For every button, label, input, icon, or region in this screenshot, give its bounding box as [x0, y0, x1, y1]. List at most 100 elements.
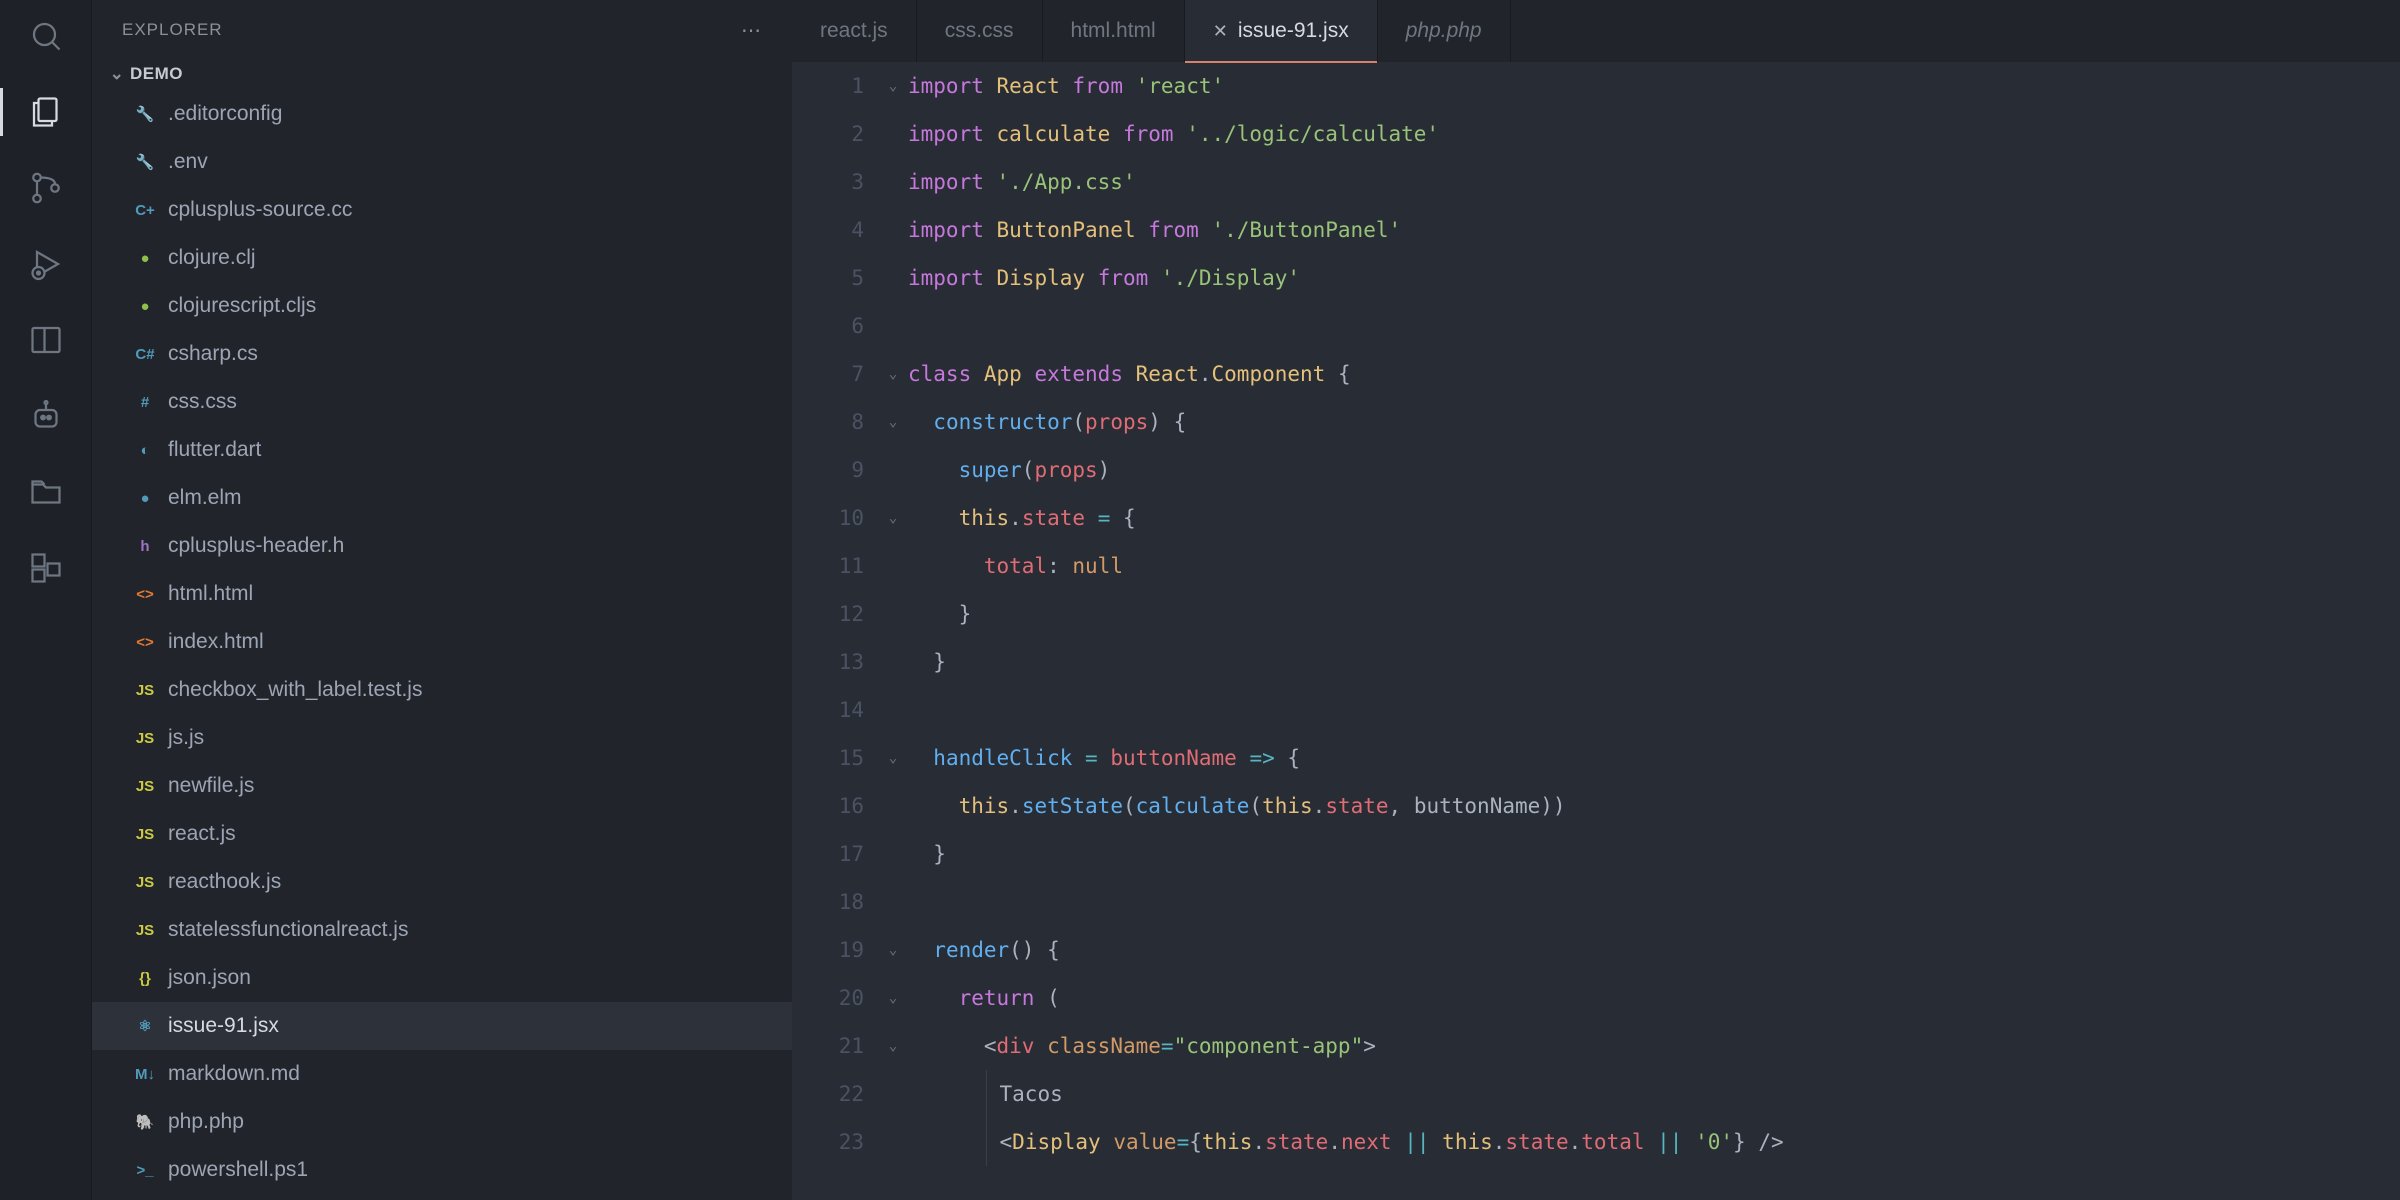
code-line[interactable]: render() { — [908, 926, 2400, 974]
editor-tab[interactable]: react.js — [792, 0, 917, 62]
explorer-icon[interactable] — [28, 94, 64, 130]
fold-marker — [878, 206, 908, 254]
close-icon[interactable]: ✕ — [1213, 21, 1228, 42]
editor-tab[interactable]: html.html — [1043, 0, 1185, 62]
file-name: reacthook.js — [168, 870, 281, 894]
file-row[interactable]: hcplusplus-header.h — [92, 522, 792, 570]
file-row[interactable]: <>html.html — [92, 570, 792, 618]
code-line[interactable]: this.state = { — [908, 494, 2400, 542]
code-line[interactable]: total: null — [908, 542, 2400, 590]
line-number: 22 — [792, 1070, 864, 1118]
code-line[interactable]: import calculate from '../logic/calculat… — [908, 110, 2400, 158]
folder-icon[interactable] — [28, 474, 64, 510]
code-line[interactable]: import './App.css' — [908, 158, 2400, 206]
code-line[interactable] — [908, 302, 2400, 350]
folder-demo[interactable]: ⌄ DEMO — [92, 60, 792, 90]
fold-marker — [878, 254, 908, 302]
file-name: elm.elm — [168, 486, 242, 510]
code-line[interactable]: constructor(props) { — [908, 398, 2400, 446]
file-row[interactable]: ●clojure.clj — [92, 234, 792, 282]
file-row[interactable]: {}json.json — [92, 954, 792, 1002]
code-content[interactable]: import React from 'react'import calculat… — [908, 62, 2400, 1200]
file-type-icon: JS — [128, 874, 162, 891]
file-row[interactable]: JSnewfile.js — [92, 762, 792, 810]
file-row[interactable]: JSjs.js — [92, 714, 792, 762]
code-line[interactable]: return ( — [908, 974, 2400, 1022]
source-control-icon[interactable] — [28, 170, 64, 206]
fold-marker[interactable]: ⌄ — [878, 1022, 908, 1070]
file-type-icon: JS — [128, 730, 162, 747]
file-name: css.css — [168, 390, 237, 414]
fold-marker[interactable]: ⌄ — [878, 350, 908, 398]
code-line[interactable] — [908, 878, 2400, 926]
chevron-down-icon: ⌄ — [104, 64, 130, 84]
fold-marker[interactable]: ⌄ — [878, 62, 908, 110]
fold-marker[interactable]: ⌄ — [878, 974, 908, 1022]
file-row[interactable]: JScheckbox_with_label.test.js — [92, 666, 792, 714]
file-row[interactable]: ●pug.pug — [92, 1194, 792, 1200]
code-line[interactable]: <Display value={this.state.next || this.… — [908, 1118, 2400, 1166]
code-line[interactable]: this.setState(calculate(this.state, butt… — [908, 782, 2400, 830]
code-line[interactable]: import Display from './Display' — [908, 254, 2400, 302]
file-name: powershell.ps1 — [168, 1158, 308, 1182]
code-line[interactable]: } — [908, 638, 2400, 686]
file-name: clojure.clj — [168, 246, 256, 270]
file-row[interactable]: M↓markdown.md — [92, 1050, 792, 1098]
file-name: .editorconfig — [168, 102, 282, 126]
file-row[interactable]: JSstatelessfunctionalreact.js — [92, 906, 792, 954]
fold-marker[interactable]: ⌄ — [878, 734, 908, 782]
file-type-icon: C+ — [128, 202, 162, 219]
code-line[interactable]: import ButtonPanel from './ButtonPanel' — [908, 206, 2400, 254]
file-row[interactable]: 🔧.editorconfig — [92, 90, 792, 138]
file-type-icon: # — [128, 394, 162, 411]
code-line[interactable]: <div className="component-app"> — [908, 1022, 2400, 1070]
code-line[interactable]: } — [908, 590, 2400, 638]
code-line[interactable]: } — [908, 830, 2400, 878]
fold-marker[interactable]: ⌄ — [878, 398, 908, 446]
file-row[interactable]: 🔧.env — [92, 138, 792, 186]
file-type-icon: {} — [128, 970, 162, 987]
fold-marker[interactable]: ⌄ — [878, 926, 908, 974]
file-row[interactable]: ⚛issue-91.jsx — [92, 1002, 792, 1050]
code-line[interactable]: handleClick = buttonName => { — [908, 734, 2400, 782]
editor-tab[interactable]: css.css — [917, 0, 1043, 62]
code-line[interactable]: class App extends React.Component { — [908, 350, 2400, 398]
editor-tab[interactable]: php.php — [1378, 0, 1511, 62]
file-name: react.js — [168, 822, 236, 846]
file-row[interactable]: ●elm.elm — [92, 474, 792, 522]
line-number: 5 — [792, 254, 864, 302]
robot-icon[interactable] — [28, 398, 64, 434]
file-row[interactable]: ◐flutter.dart — [92, 426, 792, 474]
line-number-gutter: 1234567891011121314151617181920212223 — [792, 62, 878, 1200]
file-row[interactable]: >_powershell.ps1 — [92, 1146, 792, 1194]
file-name: php.php — [168, 1110, 244, 1134]
code-line[interactable]: Tacos — [908, 1070, 2400, 1118]
layout-icon[interactable] — [28, 322, 64, 358]
fold-marker — [878, 638, 908, 686]
search-icon[interactable] — [28, 18, 64, 54]
file-row[interactable]: 🐘php.php — [92, 1098, 792, 1146]
code-line[interactable]: import React from 'react' — [908, 62, 2400, 110]
extensions-icon[interactable] — [28, 550, 64, 586]
file-row[interactable]: JS reacthook.js — [92, 858, 792, 906]
line-number: 20 — [792, 974, 864, 1022]
code-line[interactable]: super(props) — [908, 446, 2400, 494]
more-icon[interactable]: ⋯ — [741, 18, 762, 43]
editor-tab[interactable]: ✕issue-91.jsx — [1185, 0, 1378, 62]
line-number: 15 — [792, 734, 864, 782]
sidebar-header: EXPLORER ⋯ — [92, 0, 792, 60]
line-number: 13 — [792, 638, 864, 686]
fold-marker[interactable]: ⌄ — [878, 494, 908, 542]
file-row[interactable]: <>index.html — [92, 618, 792, 666]
debug-icon[interactable] — [28, 246, 64, 282]
code-line[interactable] — [908, 686, 2400, 734]
file-name: clojurescript.cljs — [168, 294, 316, 318]
editor-body[interactable]: 1234567891011121314151617181920212223 ⌄⌄… — [792, 62, 2400, 1200]
file-row[interactable]: ●clojurescript.cljs — [92, 282, 792, 330]
file-row[interactable]: # css.css — [92, 378, 792, 426]
file-row[interactable]: C+cplusplus-source.cc — [92, 186, 792, 234]
file-row[interactable]: C#csharp.cs — [92, 330, 792, 378]
line-number: 19 — [792, 926, 864, 974]
file-row[interactable]: JSreact.js — [92, 810, 792, 858]
file-name: html.html — [168, 582, 253, 606]
